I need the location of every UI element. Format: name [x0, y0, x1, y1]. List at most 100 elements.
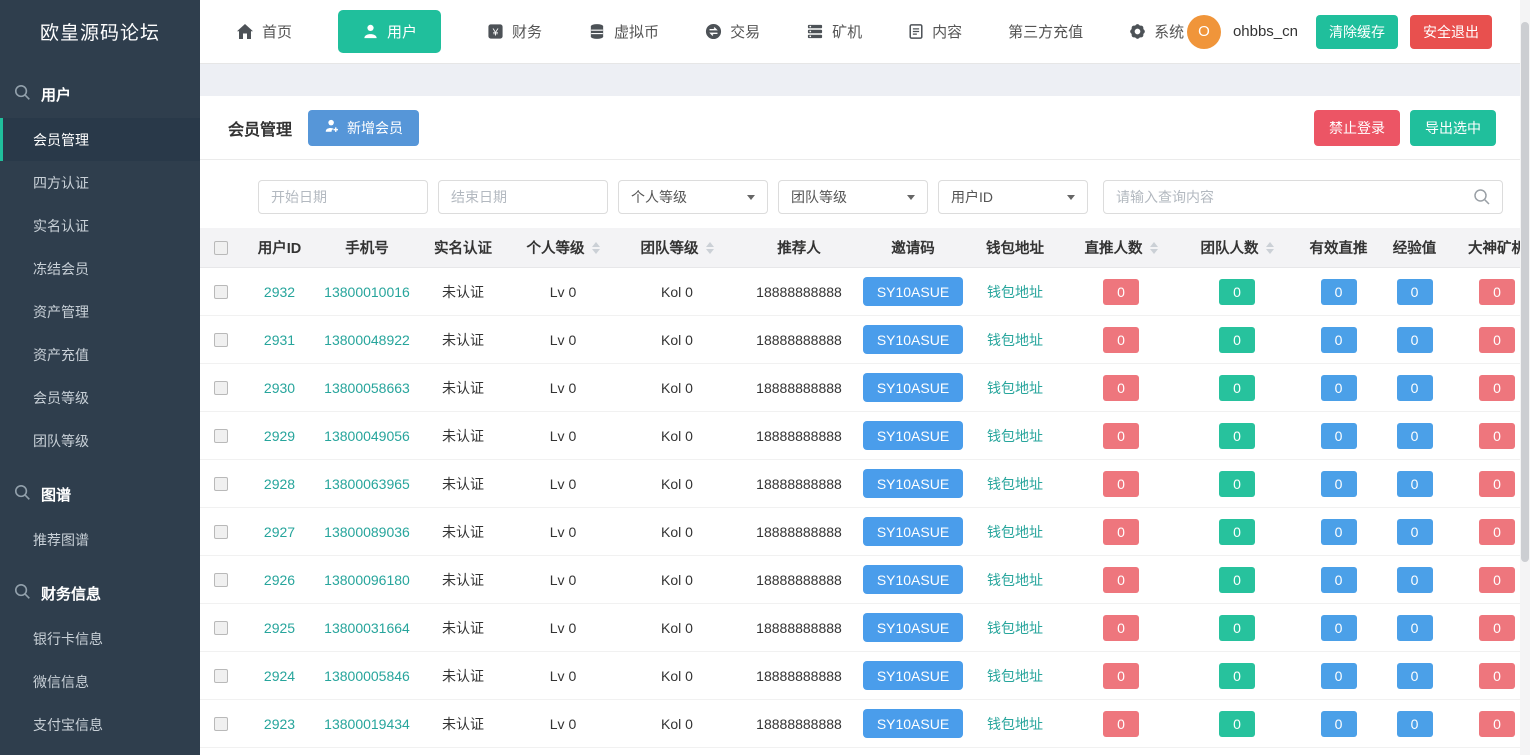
column-header-team_count[interactable]: 团队人数 [1177, 237, 1297, 258]
user_id-link[interactable]: 2929 [264, 428, 295, 444]
sort-desc-icon[interactable] [1150, 249, 1158, 254]
wallet-link[interactable]: 钱包地址 [987, 426, 1043, 446]
sidebar-item-银行卡信息[interactable]: 银行卡信息 [0, 617, 200, 660]
search-icon[interactable] [1473, 188, 1491, 209]
nav-item-交易[interactable]: 交易 [705, 21, 760, 42]
user_id-link[interactable]: 2931 [264, 332, 295, 348]
sort-desc-icon[interactable] [706, 249, 714, 254]
sidebar-item-推荐图谱[interactable]: 推荐图谱 [0, 518, 200, 561]
sidebar-item-四方认证[interactable]: 四方认证 [0, 161, 200, 204]
export-selected-button[interactable]: 导出选中 [1410, 110, 1496, 146]
wallet-link[interactable]: 钱包地址 [987, 330, 1043, 350]
row-checkbox[interactable] [214, 477, 228, 491]
invite-code-button[interactable]: SY10ASUE [863, 421, 963, 450]
select-all-checkbox[interactable] [214, 241, 228, 255]
phone-link[interactable]: 13800058663 [324, 380, 410, 396]
invite-code-button[interactable]: SY10ASUE [863, 325, 963, 354]
user_id-link[interactable]: 2927 [264, 524, 295, 540]
phone-link[interactable]: 13800019434 [324, 716, 410, 732]
row-checkbox[interactable] [214, 381, 228, 395]
sort-icon[interactable] [1150, 242, 1158, 254]
sort-desc-icon[interactable] [592, 249, 600, 254]
sort-asc-icon[interactable] [592, 242, 600, 247]
wallet-link[interactable]: 钱包地址 [987, 522, 1043, 542]
nav-item-系统[interactable]: 系统 [1129, 21, 1184, 42]
sort-asc-icon[interactable] [706, 242, 714, 247]
sidebar-item-冻结会员[interactable]: 冻结会员 [0, 247, 200, 290]
invite-code-button[interactable]: SY10ASUE [863, 469, 963, 498]
team-level-select[interactable]: 团队等级 [778, 180, 928, 214]
scrollbar-thumb[interactable] [1521, 22, 1529, 562]
phone-link[interactable]: 13800063965 [324, 476, 410, 492]
row-checkbox[interactable] [214, 669, 228, 683]
wallet-link[interactable]: 钱包地址 [987, 282, 1043, 302]
row-checkbox[interactable] [214, 573, 228, 587]
wallet-link[interactable]: 钱包地址 [987, 378, 1043, 398]
sidebar-item-资产管理[interactable]: 资产管理 [0, 290, 200, 333]
wallet-link[interactable]: 钱包地址 [987, 618, 1043, 638]
logout-button[interactable]: 安全退出 [1410, 15, 1492, 49]
phone-link[interactable]: 13800048922 [324, 332, 410, 348]
column-header-team_level[interactable]: 团队等级 [617, 237, 737, 258]
sidebar-item-资产充值[interactable]: 资产充值 [0, 333, 200, 376]
invite-code-button[interactable]: SY10ASUE [863, 373, 963, 402]
invite-code-button[interactable]: SY10ASUE [863, 709, 963, 738]
nav-item-虚拟币[interactable]: 虚拟币 [588, 21, 659, 42]
sort-asc-icon[interactable] [1150, 242, 1158, 247]
start-date-input[interactable] [258, 180, 428, 214]
sort-icon[interactable] [1266, 242, 1274, 254]
sidebar-item-微信信息[interactable]: 微信信息 [0, 660, 200, 703]
invite-code-button[interactable]: SY10ASUE [863, 613, 963, 642]
invite-code-button[interactable]: SY10ASUE [863, 565, 963, 594]
nav-item-首页[interactable]: 首页 [236, 21, 292, 42]
ban-login-button[interactable]: 禁止登录 [1314, 110, 1400, 146]
sidebar-item-团队等级[interactable]: 团队等级 [0, 419, 200, 462]
row-checkbox[interactable] [214, 333, 228, 347]
invite-code-button[interactable]: SY10ASUE [863, 517, 963, 546]
invite-code-button[interactable]: SY10ASUE [863, 661, 963, 690]
nav-item-内容[interactable]: 内容 [908, 21, 962, 42]
user_id-link[interactable]: 2926 [264, 572, 295, 588]
personal-level-select[interactable]: 个人等级 [618, 180, 768, 214]
user_id-link[interactable]: 2923 [264, 716, 295, 732]
phone-link[interactable]: 13800010016 [324, 284, 410, 300]
nav-item-用户[interactable]: 用户 [338, 10, 441, 53]
user_id-link[interactable]: 2932 [264, 284, 295, 300]
row-checkbox[interactable] [214, 621, 228, 635]
phone-link[interactable]: 13800089036 [324, 524, 410, 540]
phone-link[interactable]: 13800096180 [324, 572, 410, 588]
user_id-link[interactable]: 2924 [264, 668, 295, 684]
phone-link[interactable]: 13800049056 [324, 428, 410, 444]
column-header-select[interactable] [200, 241, 242, 255]
nav-item-财务[interactable]: ¥财务 [487, 21, 542, 42]
wallet-link[interactable]: 钱包地址 [987, 714, 1043, 734]
clear-cache-button[interactable]: 清除缓存 [1316, 15, 1398, 49]
row-checkbox[interactable] [214, 285, 228, 299]
sidebar-item-会员管理[interactable]: 会员管理 [0, 118, 200, 161]
wallet-link[interactable]: 钱包地址 [987, 474, 1043, 494]
sort-desc-icon[interactable] [1266, 249, 1274, 254]
wallet-link[interactable]: 钱包地址 [987, 570, 1043, 590]
user_id-link[interactable]: 2925 [264, 620, 295, 636]
row-checkbox[interactable] [214, 525, 228, 539]
user_id-link[interactable]: 2930 [264, 380, 295, 396]
phone-link[interactable]: 13800031664 [324, 620, 410, 636]
phone-link[interactable]: 13800005846 [324, 668, 410, 684]
sidebar-item-支付宝信息[interactable]: 支付宝信息 [0, 703, 200, 746]
column-header-direct_count[interactable]: 直推人数 [1065, 237, 1177, 258]
search-input[interactable] [1103, 180, 1503, 214]
invite-code-button[interactable]: SY10ASUE [863, 277, 963, 306]
sort-asc-icon[interactable] [1266, 242, 1274, 247]
search-field-select[interactable]: 用户ID [938, 180, 1088, 214]
user_id-link[interactable]: 2928 [264, 476, 295, 492]
nav-item-矿机[interactable]: 矿机 [806, 21, 862, 42]
sidebar-item-会员等级[interactable]: 会员等级 [0, 376, 200, 419]
row-checkbox[interactable] [214, 717, 228, 731]
nav-item-第三方充值[interactable]: 第三方充值 [1008, 21, 1083, 42]
vertical-scrollbar[interactable] [1520, 0, 1530, 755]
wallet-link[interactable]: 钱包地址 [987, 666, 1043, 686]
column-header-personal_level[interactable]: 个人等级 [509, 237, 617, 258]
end-date-input[interactable] [438, 180, 608, 214]
add-member-button[interactable]: 新增会员 [308, 110, 419, 146]
sort-icon[interactable] [706, 242, 714, 254]
